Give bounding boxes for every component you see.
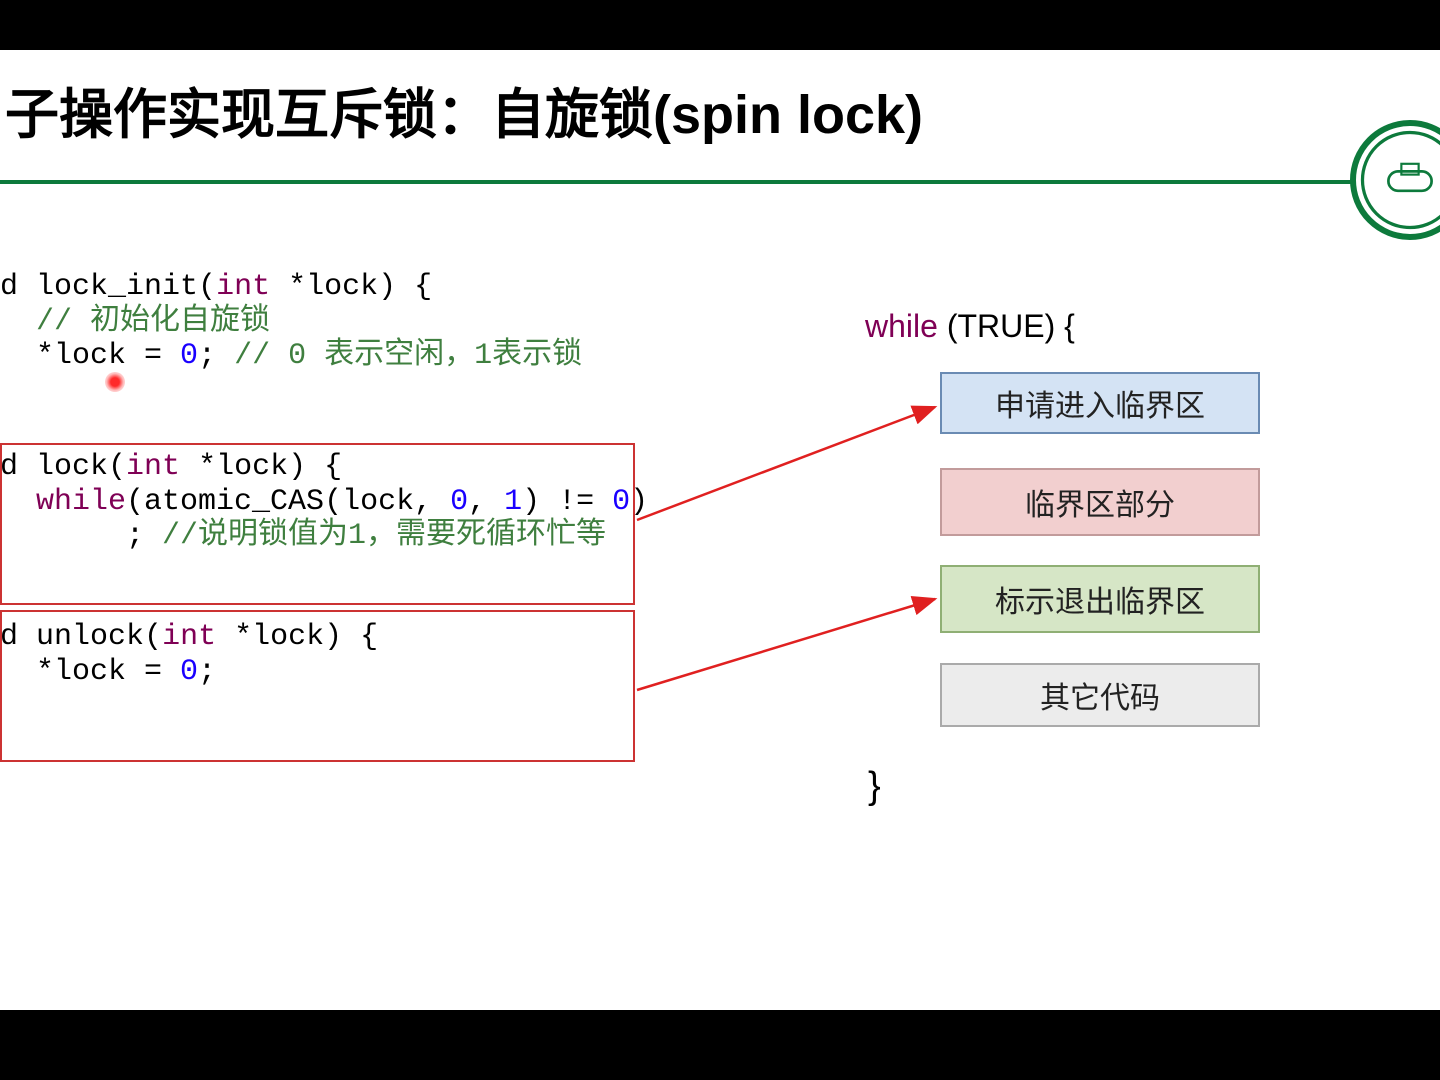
arrow-unlock-to-exit <box>637 599 935 690</box>
laser-pointer-icon <box>105 372 125 392</box>
arrow-lock-to-request <box>637 407 935 520</box>
divider-line <box>0 180 1440 184</box>
box-critical-section: 临界区部分 <box>940 468 1260 536</box>
title-text-1: 子操作实现互斥锁：自旋锁 <box>5 85 653 145</box>
university-logo <box>1350 120 1440 240</box>
box-request-critical: 申请进入临界区 <box>940 372 1260 434</box>
slide-content: 子操作实现互斥锁：自旋锁(spin lock) d lock_init(int … <box>0 50 1440 1010</box>
code-lock-init: d lock_init(int *lock) { // 初始化自旋锁 *lock… <box>0 270 582 374</box>
box-other-code: 其它代码 <box>940 663 1260 727</box>
slide-title: 子操作实现互斥锁：自旋锁(spin lock) <box>5 70 923 149</box>
while-loop-header: while (TRUE) { <box>865 308 1075 345</box>
code-lock: d lock(int *lock) { while(atomic_CAS(loc… <box>0 450 648 554</box>
while-loop-close: } <box>868 765 881 808</box>
box-exit-critical: 标示退出临界区 <box>940 565 1260 633</box>
title-text-2: (spin lock) <box>653 85 923 145</box>
code-unlock: d unlock(int *lock) { *lock = 0; <box>0 620 378 689</box>
